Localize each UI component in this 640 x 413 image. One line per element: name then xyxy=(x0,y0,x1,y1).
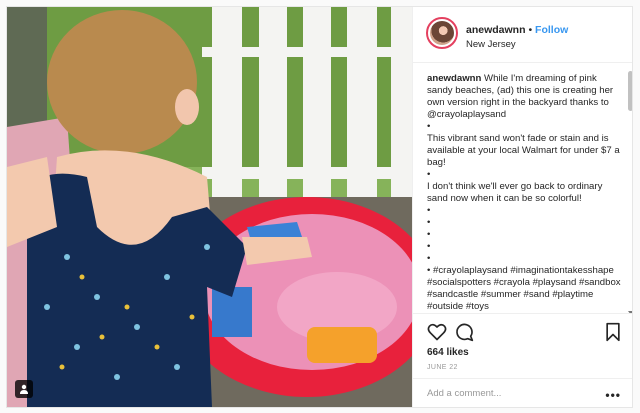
post-header: anewdawnn • Follow New Jersey xyxy=(413,7,632,63)
caption-line: anewdawnn While I'm dreaming of pink san… xyxy=(427,73,614,120)
location-link[interactable]: New Jersey xyxy=(466,39,516,50)
comment-bar: ••• xyxy=(413,378,632,407)
follow-button[interactable]: Follow xyxy=(535,24,568,36)
caption-line: • xyxy=(427,253,431,264)
username-row: anewdawnn • Follow xyxy=(466,24,568,36)
like-count[interactable]: 664 likes xyxy=(427,347,469,358)
caption-line: This vibrant sand won't fade or stain an… xyxy=(427,133,620,168)
caption-line: • #crayolaplaysand #imaginationtakesshap… xyxy=(427,265,621,312)
bookmark-icon[interactable] xyxy=(603,322,623,342)
heart-icon[interactable] xyxy=(427,322,447,342)
tag-people-button[interactable] xyxy=(15,380,33,398)
post-actions: 664 likes JUNE 22 ••• xyxy=(413,313,632,407)
caption-line: • xyxy=(427,241,431,252)
caption-line: • xyxy=(427,217,431,228)
caption-line: • xyxy=(427,121,431,132)
avatar[interactable] xyxy=(426,17,458,49)
comment-input[interactable] xyxy=(427,388,587,399)
post-photo[interactable] xyxy=(7,7,412,407)
caption-text: anewdawnn While I'm dreaming of pink san… xyxy=(427,73,623,313)
post-date: JUNE 22 xyxy=(427,364,458,371)
caption-username[interactable]: anewdawnn xyxy=(427,73,481,84)
caption-scrollbar[interactable] xyxy=(628,71,632,313)
instagram-post: anewdawnn • Follow New Jersey anewdawnn … xyxy=(6,6,633,408)
caption-line: I don't think we'll ever go back to ordi… xyxy=(427,181,603,204)
caption-area: anewdawnn While I'm dreaming of pink san… xyxy=(413,63,632,313)
child-playing-sand-image xyxy=(7,7,412,407)
caption-line: • xyxy=(427,169,431,180)
post-side-panel: anewdawnn • Follow New Jersey anewdawnn … xyxy=(412,7,632,407)
comment-icon[interactable] xyxy=(454,322,474,342)
username-link[interactable]: anewdawnn xyxy=(466,24,526,36)
caption-line: • xyxy=(427,205,431,216)
separator-dot: • xyxy=(528,24,533,36)
scrollbar-thumb[interactable] xyxy=(628,71,632,111)
caption-line: • xyxy=(427,229,431,240)
more-options-icon[interactable]: ••• xyxy=(605,388,621,402)
person-tag-icon xyxy=(20,384,28,394)
